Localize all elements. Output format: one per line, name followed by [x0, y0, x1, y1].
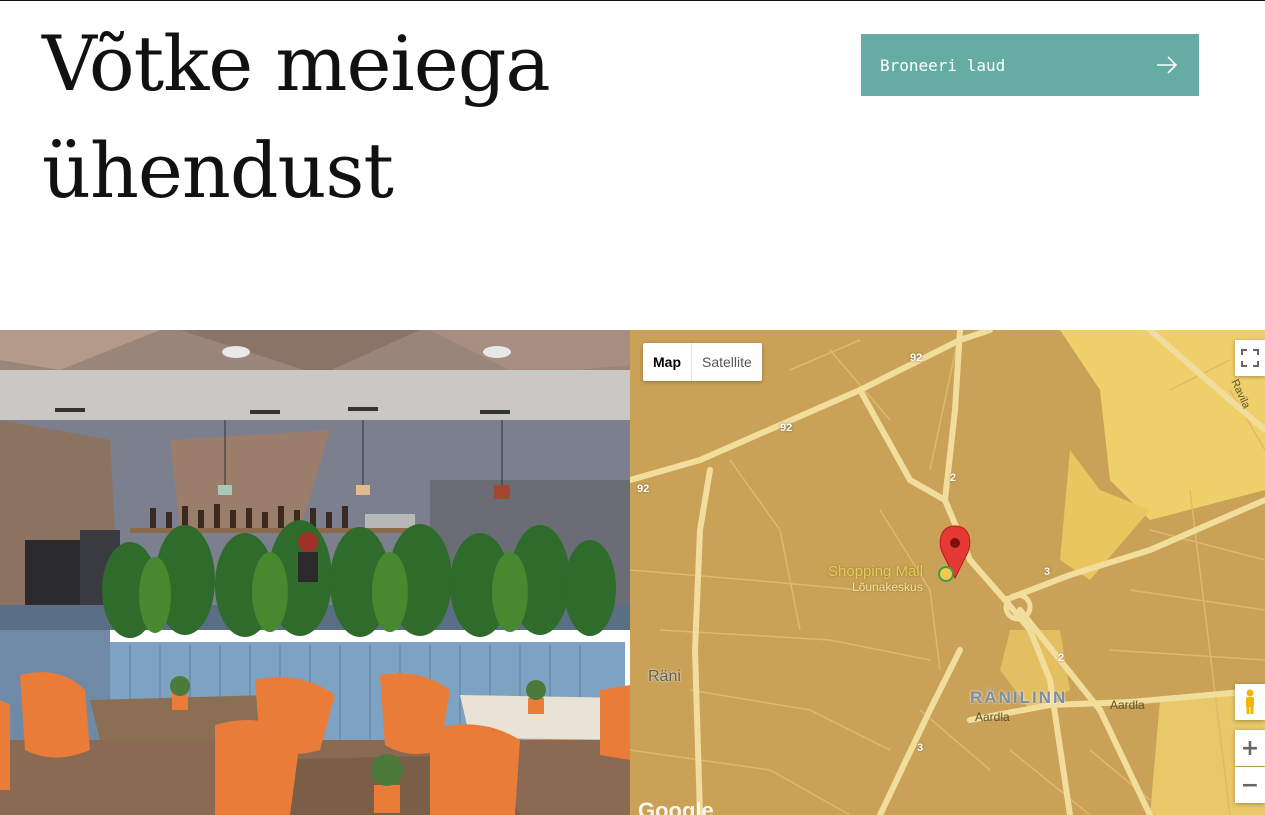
road-number-92: 92 [910, 352, 923, 364]
location-map[interactable]: 92 92 92 2 2 3 3 Shopping Mall Lõunakesk… [630, 330, 1265, 815]
map-type-control: Map Satellite [643, 343, 762, 381]
poi-label-shopping-mall: Shopping Mall [828, 563, 924, 580]
map-type-map-button[interactable]: Map [643, 343, 692, 381]
google-logo: Google [638, 798, 714, 815]
street-label-aardla: Aardla [1110, 698, 1145, 712]
book-table-button[interactable]: Broneeri laud [861, 34, 1199, 96]
street-view-pegman-button[interactable] [1235, 684, 1265, 720]
fullscreen-icon [1241, 349, 1259, 367]
street-label-aardla: Aardla [975, 710, 1010, 724]
road-number-3: 3 [1044, 566, 1051, 578]
pegman-icon [1246, 689, 1254, 714]
map-type-satellite-button[interactable]: Satellite [692, 343, 762, 381]
restaurant-interior-photo [0, 330, 630, 815]
top-divider [0, 0, 1265, 1]
road-number-2: 2 [1058, 652, 1065, 664]
road-number-2: 2 [950, 472, 957, 484]
district-label: RÄNILINN [970, 688, 1068, 707]
arrow-right-icon [1157, 56, 1178, 74]
page-title-line-1: Võtke meiega [42, 19, 551, 108]
zoom-in-button[interactable]: + [1235, 730, 1265, 766]
book-table-label: Broneeri laud [880, 55, 1006, 75]
road-number-92: 92 [780, 422, 793, 434]
page-title: Võtke meiega ühendust [42, 10, 551, 224]
road-number-3: 3 [917, 742, 924, 754]
area-label: Räni [648, 668, 681, 685]
road-number-92: 92 [637, 483, 650, 495]
page-title-line-2: ühendust [42, 126, 394, 215]
poi-label-lounakeskus: Lõunakeskus [852, 580, 923, 594]
zoom-out-button[interactable]: − [1235, 767, 1265, 803]
map-tiles [630, 330, 1265, 815]
fullscreen-button[interactable] [1235, 340, 1265, 376]
